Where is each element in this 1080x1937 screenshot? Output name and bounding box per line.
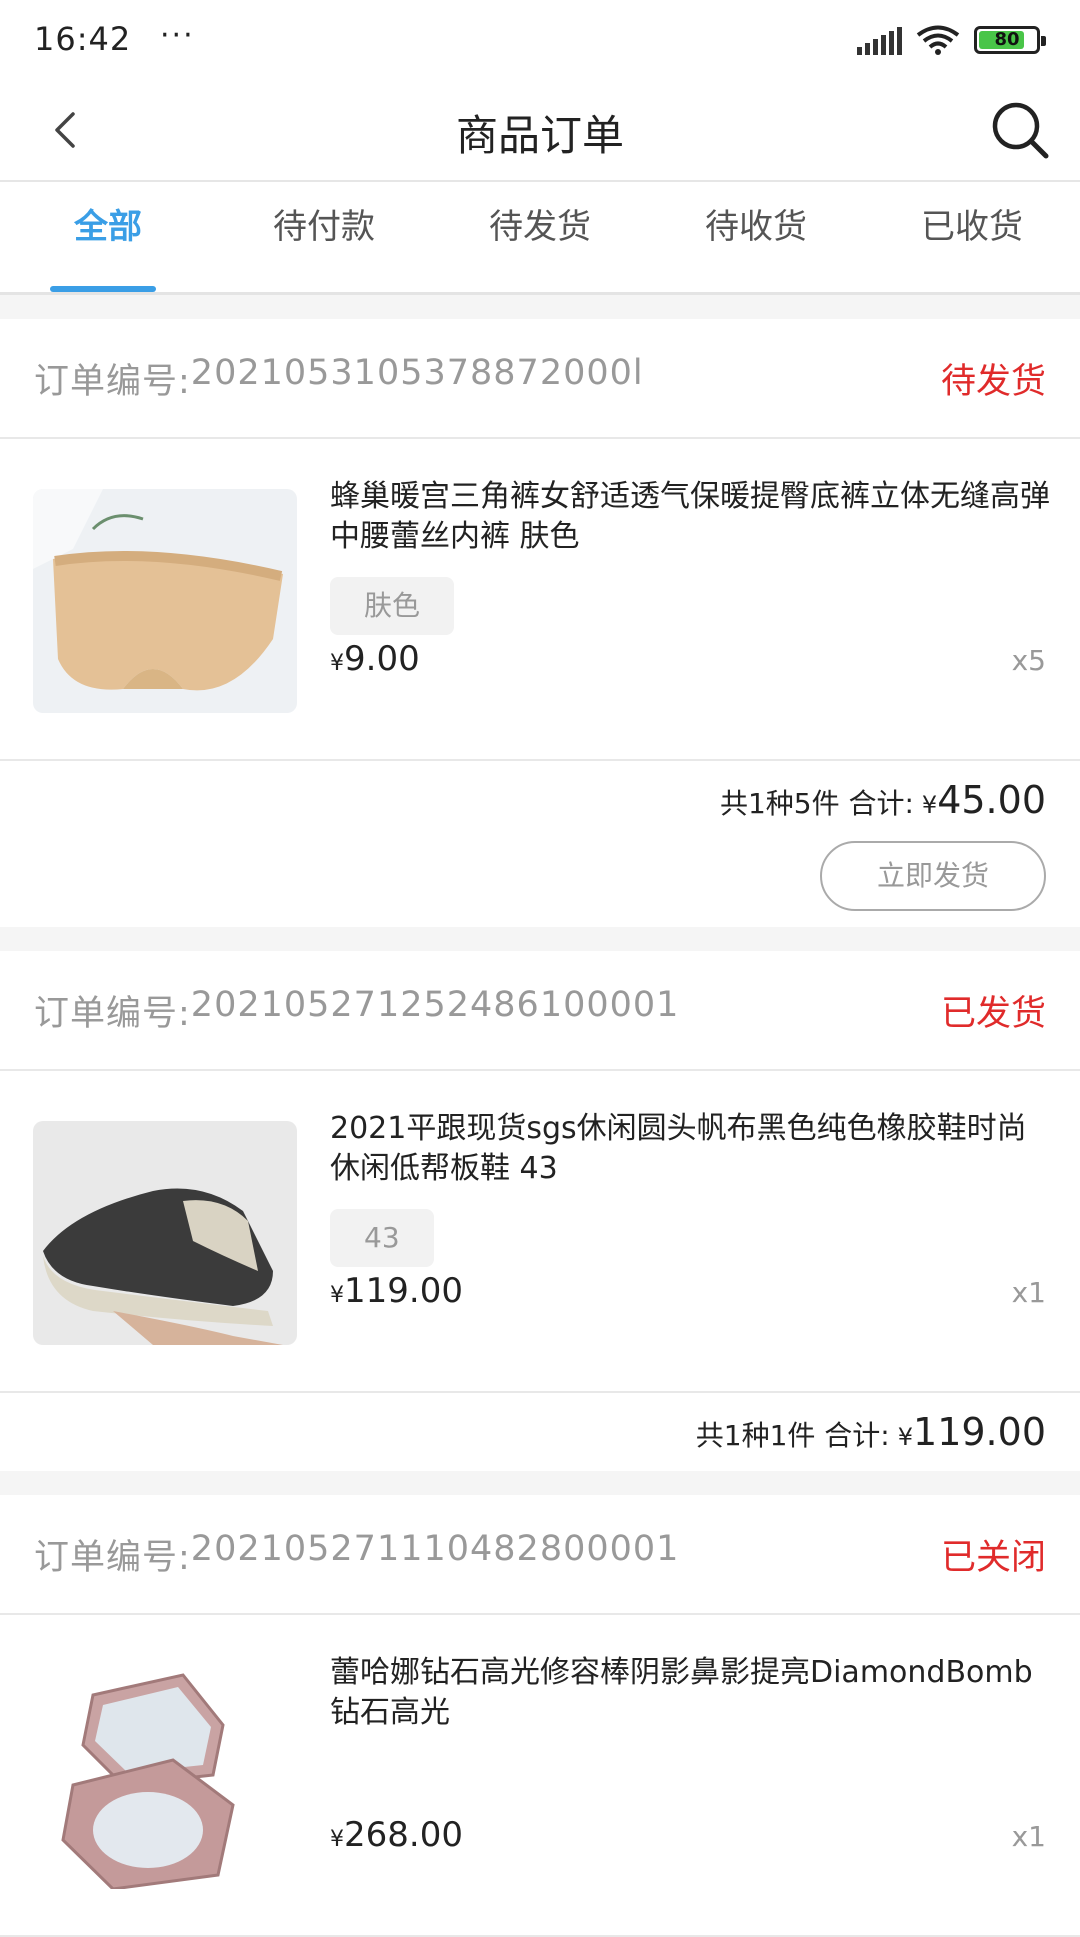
order-status: 已发货 [940, 993, 1046, 1034]
product-quantity: x5 [1011, 644, 1046, 677]
top-nav-bar: 商品订单 [0, 80, 1080, 182]
order-total: 119.00 [913, 1410, 1046, 1454]
status-bar: 16:42 ··· 80 [0, 0, 1080, 80]
search-icon [992, 102, 1049, 159]
price-value: 9.00 [344, 639, 420, 679]
tab-pending-payment[interactable]: 待付款 [216, 182, 432, 292]
order-number-label: 订单编号: [34, 993, 191, 1034]
divider [0, 927, 1080, 951]
price-value: 119.00 [344, 1271, 463, 1311]
order-status: 已关闭 [940, 1537, 1046, 1578]
product-sku: 43 [330, 1209, 434, 1267]
order-header: 订单编号: 202105271252486100001 已发货 [0, 951, 1080, 1071]
order-card[interactable]: 订单编号: 2021053105378872000l 待发货 蜂巢暖宫三角裤女舒… [0, 319, 1080, 927]
product-title: 蕾哈娜钻石高光修容棒阴影鼻影提亮DiamondBomb钻石高光 [330, 1655, 1033, 1730]
summary-text: 共1种1件 合计: [695, 1419, 890, 1452]
order-card[interactable]: 订单编号: 202105271110482800001 已关闭 蕾哈娜钻石高光修… [0, 1495, 1080, 1937]
product-title: 蜂巢暖宫三角裤女舒适透气保暖提臀底裤立体无缝高弹中腰蕾丝内裤 肤色 [330, 479, 1050, 554]
order-tabs: 全部 待付款 待发货 待收货 已收货 [0, 182, 1080, 295]
order-summary: 共1种1件 合计: ¥119.00 [0, 1393, 1080, 1471]
tab-all[interactable]: 全部 [0, 182, 216, 292]
order-header: 订单编号: 2021053105378872000l 待发货 [0, 319, 1080, 439]
currency-symbol: ¥ [330, 1283, 344, 1308]
order-actions: 立即发货 [0, 839, 1080, 927]
product-price: ¥9.00 [330, 639, 420, 679]
page-title: 商品订单 [455, 111, 624, 160]
tab-pending-receipt[interactable]: 待收货 [648, 182, 864, 292]
ship-now-button[interactable]: 立即发货 [820, 841, 1046, 911]
order-status: 待发货 [940, 361, 1046, 402]
order-number-value: 202105271252486100001 [190, 984, 680, 1025]
product-price: ¥268.00 [330, 1815, 463, 1855]
order-number: 订单编号: 2021053105378872000l [34, 353, 644, 404]
product-image[interactable] [33, 1121, 297, 1345]
status-more-dots: ··· [160, 18, 195, 53]
order-item[interactable]: 2021平跟现货sgs休闲圆头帆布黑色纯色橡胶鞋时尚休闲低帮板鞋 43 43 ¥… [0, 1071, 1080, 1393]
order-card[interactable]: 订单编号: 202105271252486100001 已发货 2021平跟现货… [0, 951, 1080, 1471]
order-number-value: 202105271110482800001 [190, 1528, 680, 1569]
price-value: 268.00 [344, 1815, 463, 1855]
product-quantity: x1 [1011, 1276, 1046, 1309]
signal-icon [857, 25, 902, 55]
order-total: 45.00 [937, 778, 1046, 822]
currency-symbol: ¥ [921, 791, 938, 819]
tab-received[interactable]: 已收货 [864, 182, 1080, 292]
status-icons: 80 [857, 24, 1046, 56]
currency-symbol: ¥ [330, 651, 344, 676]
currency-symbol: ¥ [330, 1827, 344, 1852]
order-number: 订单编号: 202105271252486100001 [34, 985, 679, 1036]
tab-pending-shipment[interactable]: 待发货 [432, 182, 648, 292]
product-sku: 肤色 [330, 577, 455, 635]
summary-text: 共1种5件 合计: [719, 787, 914, 820]
order-summary: 共1种5件 合计: ¥45.00 [0, 761, 1080, 839]
battery-percent: 80 [994, 29, 1020, 50]
divider [0, 1471, 1080, 1495]
product-title: 2021平跟现货sgs休闲圆头帆布黑色纯色橡胶鞋时尚休闲低帮板鞋 43 [330, 1111, 1027, 1186]
wifi-icon [916, 25, 960, 55]
order-item[interactable]: 蜂巢暖宫三角裤女舒适透气保暖提臀底裤立体无缝高弹中腰蕾丝内裤 肤色 肤色 ¥9.… [0, 439, 1080, 761]
order-header: 订单编号: 202105271110482800001 已关闭 [0, 1495, 1080, 1615]
order-list: 订单编号: 2021053105378872000l 待发货 蜂巢暖宫三角裤女舒… [0, 295, 1080, 1937]
active-tab-indicator [50, 286, 156, 292]
divider [0, 295, 1080, 319]
order-number-value: 2021053105378872000l [190, 352, 644, 393]
status-time: 16:42 [34, 20, 132, 58]
product-image[interactable] [33, 489, 297, 713]
battery-icon: 80 [974, 26, 1046, 54]
product-price: ¥119.00 [330, 1271, 463, 1311]
search-button[interactable] [988, 98, 1052, 162]
product-quantity: x1 [1011, 1820, 1046, 1853]
currency-symbol: ¥ [897, 1423, 914, 1451]
order-number: 订单编号: 202105271110482800001 [34, 1529, 679, 1580]
order-item[interactable]: 蕾哈娜钻石高光修容棒阴影鼻影提亮DiamondBomb钻石高光 ¥268.00 … [0, 1615, 1080, 1937]
order-number-label: 订单编号: [34, 1537, 191, 1578]
product-image[interactable] [33, 1665, 297, 1889]
order-number-label: 订单编号: [34, 361, 191, 402]
